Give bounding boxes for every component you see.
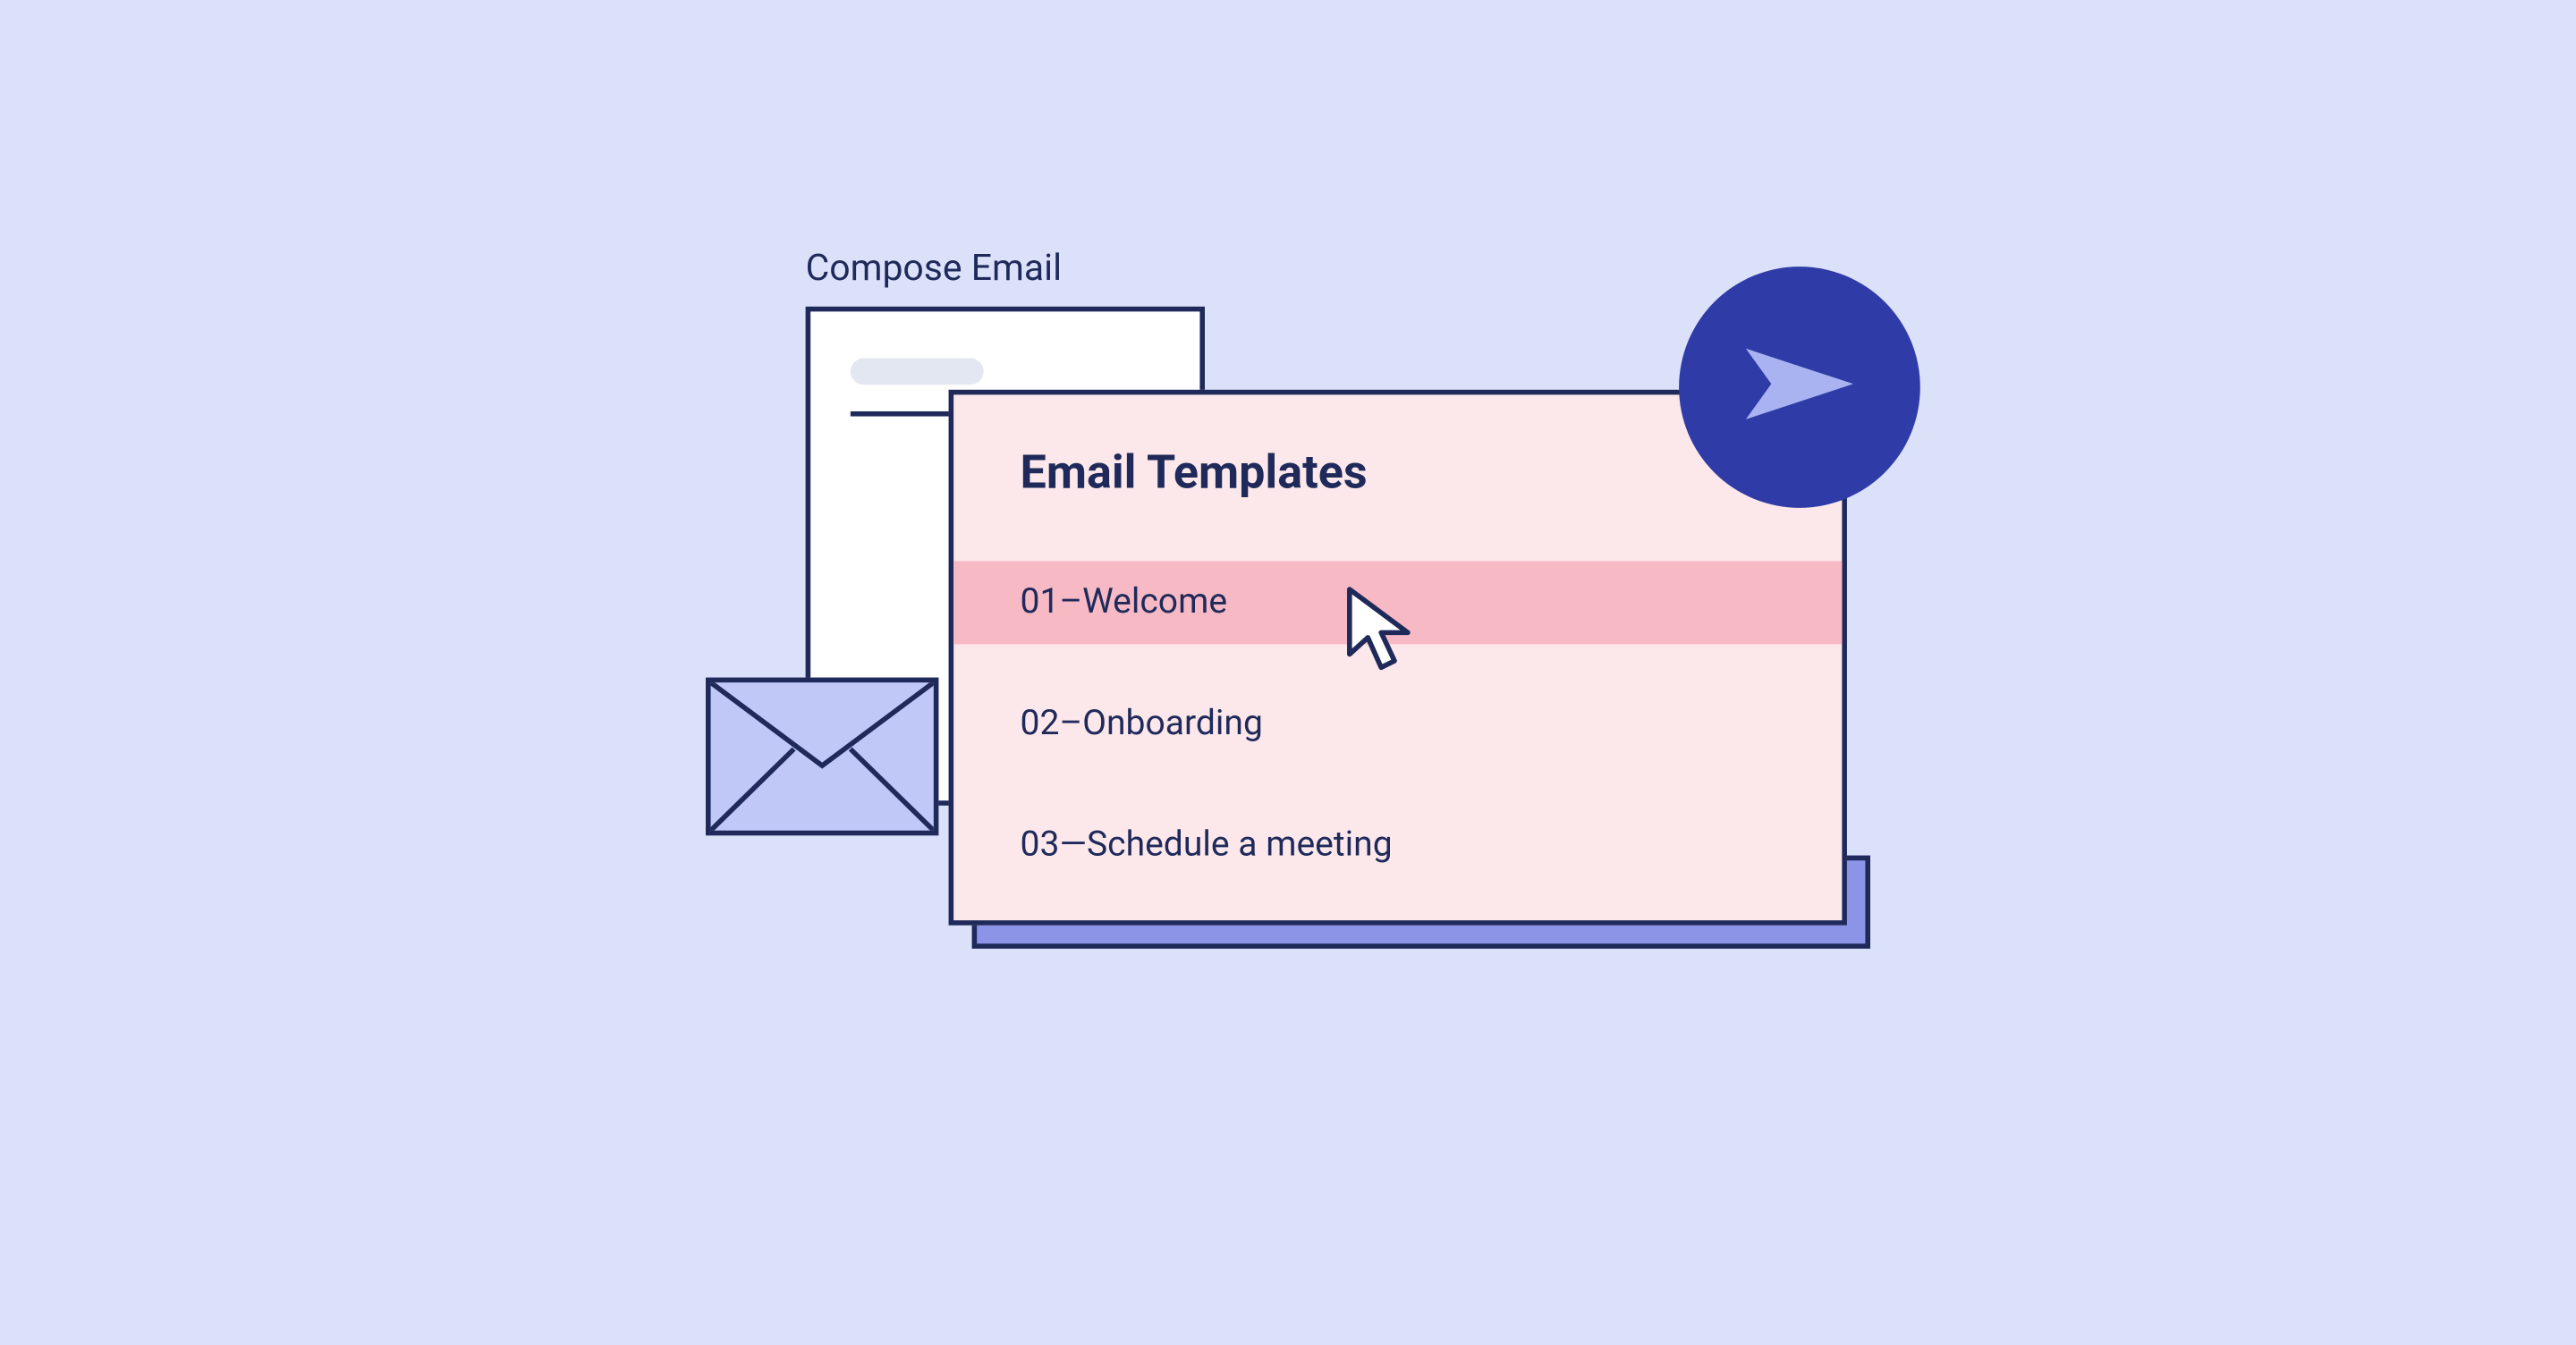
send-button[interactable] bbox=[1679, 266, 1920, 508]
template-row-schedule-meeting[interactable]: 03—Schedule a meeting bbox=[953, 804, 1842, 887]
template-row-label: 02–Onboarding bbox=[1021, 704, 1263, 744]
template-row-label: 01–Welcome bbox=[1021, 583, 1228, 623]
template-row-label: 03—Schedule a meeting bbox=[1021, 825, 1393, 866]
template-row-onboarding[interactable]: 02–Onboarding bbox=[953, 682, 1842, 766]
templates-title: Email Templates bbox=[1021, 444, 1368, 499]
envelope-icon bbox=[706, 678, 938, 836]
cursor-icon bbox=[1342, 584, 1425, 684]
paper-plane-icon bbox=[1729, 313, 1870, 461]
compose-label: Compose Email bbox=[806, 249, 1062, 291]
compose-input-placeholder[interactable] bbox=[851, 358, 984, 385]
